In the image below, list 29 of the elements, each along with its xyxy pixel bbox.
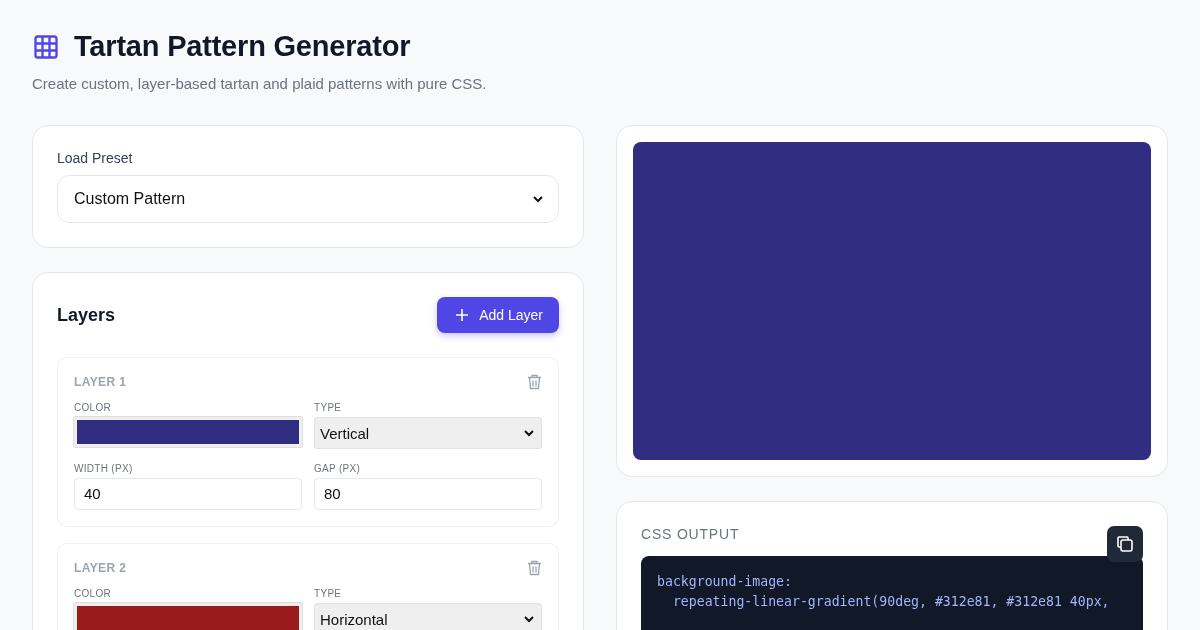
color-picker[interactable] <box>74 603 302 630</box>
field-label: TYPE <box>314 402 343 413</box>
width-input[interactable]: 40 <box>74 478 302 510</box>
gap-input[interactable]: 80 <box>314 478 542 510</box>
code-line: background-image: <box>657 573 793 591</box>
code-line: repeating-linear-gradient(90deg, #312e81, #312e81 40px, <box>671 593 1111 611</box>
field-label: WIDTH (PX) <box>74 463 134 474</box>
field-label: COLOR <box>74 402 113 413</box>
css-output-heading: CSS OUTPUT <box>641 526 741 542</box>
chevron-icon <box>523 427 535 439</box>
chevron-icon <box>523 613 535 625</box>
add-layer-button[interactable]: Add Layer <box>437 297 559 333</box>
preset-dropdown[interactable]: Custom Pattern <box>57 175 559 223</box>
page-subtitle: Create custom, layer-based tartan and plaid patterns with pure CSS. <box>32 75 488 92</box>
chevron-icon <box>532 193 544 205</box>
grid-icon <box>32 32 60 61</box>
copy-icon[interactable] <box>1107 526 1143 562</box>
field-label: GAP (PX) <box>314 463 362 474</box>
preset-label: Load Preset <box>57 150 134 166</box>
layer-title: LAYER 1 <box>74 375 127 389</box>
color-picker[interactable] <box>74 417 302 447</box>
type-dropdown[interactable]: Horizontal <box>314 603 542 630</box>
field-label: COLOR <box>74 588 113 599</box>
layer-title: LAYER 2 <box>74 561 127 575</box>
type-dropdown[interactable]: Vertical <box>314 417 542 449</box>
plus-icon <box>455 308 470 322</box>
layers-heading: Layers <box>57 304 116 326</box>
field-label: TYPE <box>314 588 343 599</box>
page-title: Tartan Pattern Generator <box>74 30 411 63</box>
